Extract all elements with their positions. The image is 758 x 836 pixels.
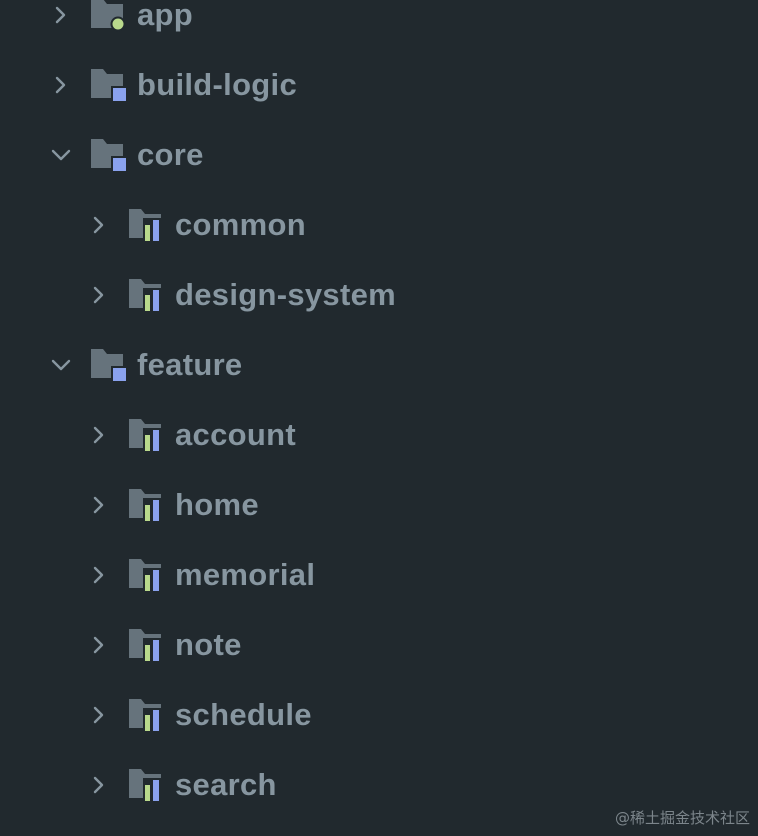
chevron-down-icon[interactable] (51, 355, 71, 375)
tree-item-label: search (175, 767, 277, 802)
chevron-right-icon[interactable] (51, 5, 71, 25)
tree-item-build-logic[interactable]: build-logic (0, 60, 758, 130)
tree-item-memorial[interactable]: memorial (0, 550, 758, 620)
module-group-folder-icon (90, 348, 126, 382)
tree-item-label: build-logic (137, 67, 297, 102)
chevron-right-icon[interactable] (89, 705, 109, 725)
chevron-right-icon[interactable] (89, 565, 109, 585)
tree-item-label: core (137, 137, 204, 172)
tree-item-design-system[interactable]: design-system (0, 270, 758, 340)
tree-item-app[interactable]: app (0, 0, 758, 60)
tree-item-common[interactable]: common (0, 200, 758, 270)
chevron-right-icon[interactable] (89, 285, 109, 305)
chevron-right-icon[interactable] (89, 215, 109, 235)
tree-item-home[interactable]: home (0, 480, 758, 550)
module-group-folder-icon (90, 138, 126, 172)
tree-item-label: common (175, 207, 306, 242)
chevron-right-icon[interactable] (89, 425, 109, 445)
tree-item-label: home (175, 487, 259, 522)
tree-item-label: schedule (175, 697, 312, 732)
tree-item-label: account (175, 417, 296, 452)
tree-item-label: app (137, 0, 194, 32)
tree-item-feature[interactable]: feature (0, 340, 758, 410)
tree-item-schedule[interactable]: schedule (0, 690, 758, 760)
library-module-folder-icon (128, 558, 164, 592)
library-module-folder-icon (128, 278, 164, 312)
library-module-folder-icon (128, 488, 164, 522)
tree-item-note[interactable]: note (0, 620, 758, 690)
app-module-folder-icon (90, 0, 126, 32)
library-module-folder-icon (128, 418, 164, 452)
chevron-right-icon[interactable] (51, 75, 71, 95)
chevron-down-icon[interactable] (51, 145, 71, 165)
chevron-right-icon[interactable] (89, 775, 109, 795)
tree-item-label: feature (137, 347, 243, 382)
chevron-right-icon[interactable] (89, 635, 109, 655)
library-module-folder-icon (128, 628, 164, 662)
watermark: @稀土掘金技术社区 (614, 809, 750, 827)
library-module-folder-icon (128, 208, 164, 242)
library-module-folder-icon (128, 698, 164, 732)
tree-item-label: memorial (175, 557, 316, 592)
project-tree: app build-logic core common design-syste… (0, 0, 758, 836)
tree-item-label: note (175, 627, 242, 662)
library-module-folder-icon (128, 768, 164, 802)
module-group-folder-icon (90, 68, 126, 102)
tree-item-core[interactable]: core (0, 130, 758, 200)
tree-item-account[interactable]: account (0, 410, 758, 480)
chevron-right-icon[interactable] (89, 495, 109, 515)
tree-item-label: design-system (175, 277, 396, 312)
